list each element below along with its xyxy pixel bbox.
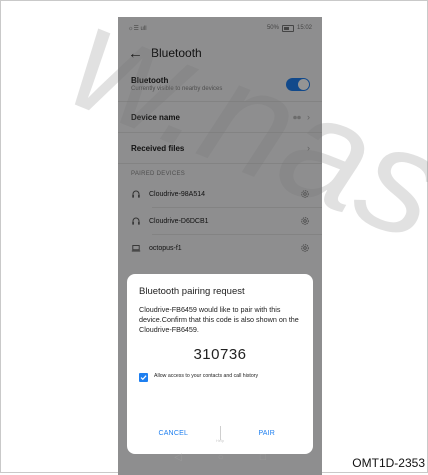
phone-screen: ☼☰ ull 50% 15:02 ← Bluetooth Bluetooth C…: [118, 17, 322, 475]
pairing-code: 310736: [193, 346, 247, 363]
figure-frame: ☼☰ ull 50% 15:02 ← Bluetooth Bluetooth C…: [0, 0, 428, 475]
help-link[interactable]: Help: [118, 438, 322, 443]
navigation-bar: ◁ ○ □: [118, 449, 322, 465]
nav-home-icon[interactable]: ○: [218, 452, 224, 463]
contacts-access-option[interactable]: Allow access to your contacts and call h…: [127, 363, 313, 382]
pair-button[interactable]: PAIR: [221, 430, 314, 437]
dialog-message: Cloudrive-FB6459 would like to pair with…: [139, 305, 299, 334]
contacts-access-label: Allow access to your contacts and call h…: [154, 373, 259, 379]
figure-caption: OMT1D-2353: [352, 456, 425, 470]
contacts-access-checkbox[interactable]: [139, 373, 148, 382]
checkmark-icon: [140, 375, 147, 381]
nav-back-icon[interactable]: ◁: [174, 452, 182, 463]
nav-recents-icon[interactable]: □: [260, 452, 266, 463]
cancel-button[interactable]: CANCEL: [127, 430, 220, 437]
pairing-dialog: Bluetooth pairing request Cloudrive-FB64…: [127, 274, 313, 454]
dialog-title: Bluetooth pairing request: [139, 286, 245, 297]
